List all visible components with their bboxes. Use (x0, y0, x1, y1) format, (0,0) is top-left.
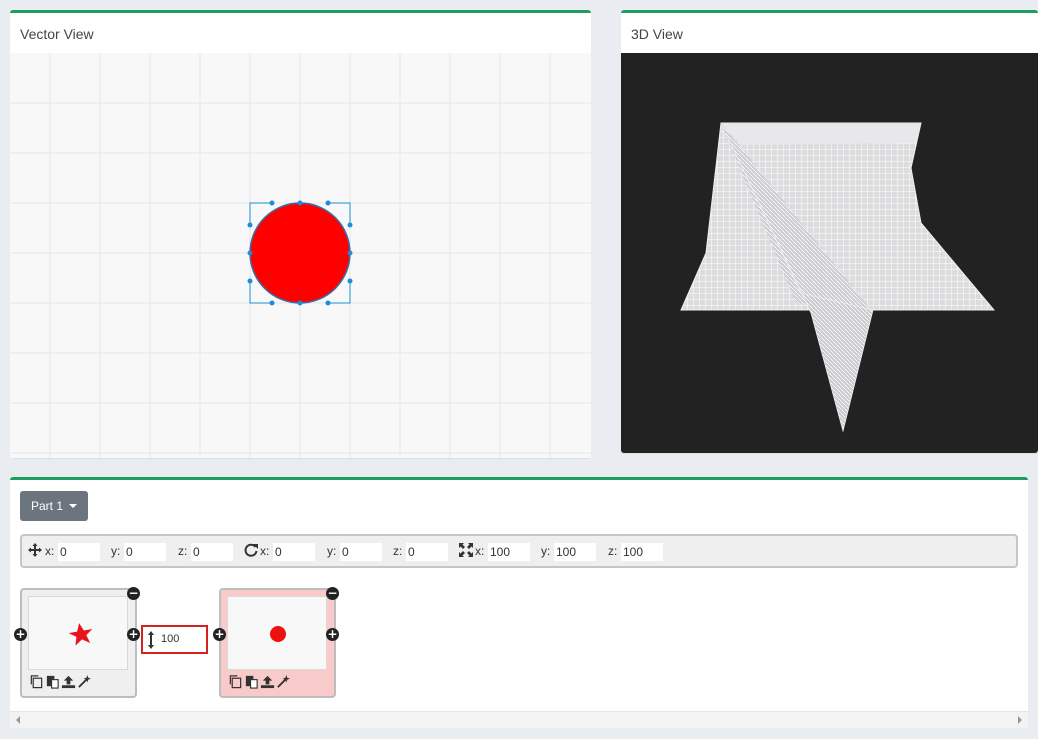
paste-icon[interactable] (45, 674, 60, 689)
scale-x-input[interactable]: 100 (488, 543, 530, 561)
position-z-label: z: (178, 544, 188, 558)
rotation-x-input[interactable]: 0 (273, 543, 315, 561)
layer-thumbnail[interactable] (28, 596, 128, 670)
scale-icon (459, 543, 473, 557)
scroll-right-icon[interactable] (1018, 716, 1022, 724)
wand-icon[interactable] (77, 674, 92, 689)
plus-icon[interactable]: + (14, 628, 27, 641)
scroll-left-icon[interactable] (16, 716, 20, 724)
extruded-star-mesh (680, 122, 996, 433)
plus-icon[interactable]: + (326, 628, 339, 641)
position-x-input[interactable]: 0 (58, 543, 100, 561)
layer-card-star[interactable]: + + − (14, 587, 140, 698)
minus-icon[interactable]: − (326, 587, 339, 600)
vector-view-title: Vector View (20, 26, 94, 42)
copy-icon[interactable] (228, 674, 243, 689)
height-icon (148, 631, 154, 649)
copy-icon[interactable] (29, 674, 44, 689)
minus-icon[interactable]: − (127, 587, 140, 600)
position-z-input[interactable]: 0 (191, 543, 233, 561)
vector-canvas[interactable] (10, 53, 591, 458)
parts-panel: Part 1 x: 0 y: 0 z: 0 x: 0 y: 0 z: 0 x: … (10, 477, 1028, 728)
circle-shape (270, 626, 286, 642)
scale-y-input[interactable]: 100 (554, 543, 596, 561)
part-selector-label: Part 1 (30, 499, 63, 513)
view-3d-title: 3D View (631, 26, 683, 42)
3d-viewport[interactable] (621, 53, 1038, 453)
layer-tools (228, 674, 291, 689)
caret-down-icon (69, 504, 77, 508)
upload-icon[interactable] (260, 674, 275, 689)
rotate-icon (244, 543, 258, 557)
scale-x-label: x: (475, 544, 485, 558)
position-y-input[interactable]: 0 (124, 543, 166, 561)
plus-icon[interactable]: + (127, 628, 140, 641)
scale-z-input[interactable]: 100 (621, 543, 663, 561)
scale-z-label: z: (608, 544, 618, 558)
move-icon (28, 543, 42, 557)
wand-icon[interactable] (276, 674, 291, 689)
rotation-x-label: x: (260, 544, 270, 558)
horizontal-scrollbar[interactable] (10, 711, 1028, 728)
vector-view-panel: Vector View (10, 10, 591, 458)
upload-icon[interactable] (61, 674, 76, 689)
rotation-y-label: y: (327, 544, 337, 558)
transform-toolbar: x: 0 y: 0 z: 0 x: 0 y: 0 z: 0 x: 100 y: … (20, 534, 1018, 568)
layer-card-circle[interactable]: + + − (213, 587, 339, 698)
plus-icon[interactable]: + (213, 628, 226, 641)
part-selector-dropdown[interactable]: Part 1 (20, 491, 88, 521)
view-3d-panel: 3D View (621, 10, 1038, 453)
star-shape (68, 623, 93, 646)
rotation-y-input[interactable]: 0 (340, 543, 382, 561)
height-value: 100 (161, 633, 180, 645)
rotation-z-label: z: (393, 544, 403, 558)
scale-y-label: y: (541, 544, 551, 558)
paste-icon[interactable] (244, 674, 259, 689)
layer-thumbnail[interactable] (227, 596, 327, 670)
red-circle-shape[interactable] (249, 202, 351, 304)
layer-tools (29, 674, 92, 689)
position-x-label: x: (45, 544, 55, 558)
position-y-label: y: (111, 544, 121, 558)
height-input[interactable]: 100 (141, 625, 208, 654)
rotation-z-input[interactable]: 0 (406, 543, 448, 561)
